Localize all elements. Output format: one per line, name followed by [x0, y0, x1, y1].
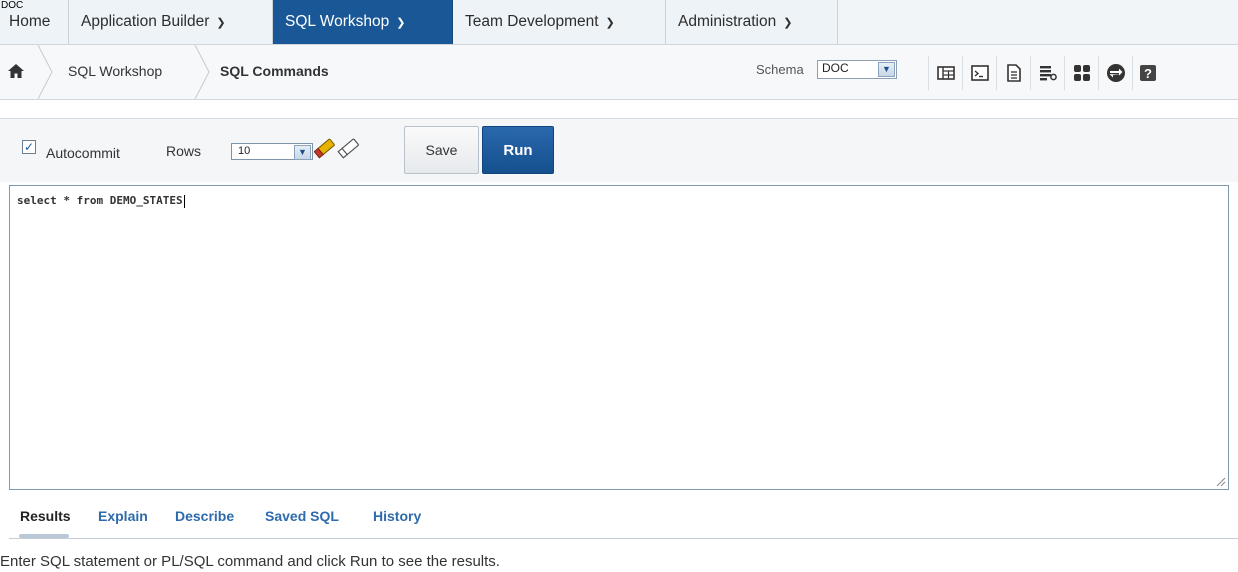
save-button-label: Save: [425, 142, 458, 158]
results-tab-strip: Results Explain Describe Saved SQL Histo…: [9, 492, 1238, 539]
dropdown-arrow-icon: ▼: [878, 62, 895, 77]
tab-team-development[interactable]: Team Development ❯: [453, 0, 666, 44]
breadcrumb-sql-workshop[interactable]: SQL Workshop: [68, 63, 162, 79]
tab-sql-workshop[interactable]: SQL Workshop ❯: [273, 0, 453, 44]
chevron-down-icon: ❯: [783, 16, 793, 29]
help-icon[interactable]: ?: [1132, 56, 1162, 90]
rows-select-value: 10: [238, 145, 251, 157]
tab-administration-label: Administration: [678, 13, 777, 30]
sql-commands-icon[interactable]: [962, 56, 996, 90]
breadcrumb-sql-commands: SQL Commands: [220, 63, 329, 79]
svg-text:?: ?: [1144, 66, 1152, 81]
results-message: Enter SQL statement or PL/SQL command an…: [0, 553, 500, 570]
schema-label: Schema: [756, 62, 804, 77]
find-tables-icon[interactable]: [314, 133, 364, 159]
utilities-icon[interactable]: [1064, 56, 1098, 90]
tab-administration[interactable]: Administration ❯: [666, 0, 838, 44]
rows-label: Rows: [166, 143, 202, 159]
top-nav-bar: Home Application Builder ❯ SQL Workshop …: [0, 0, 1238, 45]
tab-describe[interactable]: Describe: [175, 508, 234, 524]
home-icon[interactable]: [8, 64, 24, 78]
autocommit-checkbox[interactable]: ✓: [22, 140, 36, 154]
breadcrumb-separator: [194, 45, 210, 99]
run-button[interactable]: Run: [482, 126, 554, 174]
sql-text: select * from DEMO_STATES: [17, 194, 183, 207]
object-browser-icon[interactable]: [928, 56, 962, 90]
schema-select-value: DOC: [822, 61, 849, 75]
sql-editor[interactable]: select * from DEMO_STATES: [9, 185, 1229, 490]
tab-sql-workshop-label: SQL Workshop: [285, 13, 390, 30]
restful-services-icon[interactable]: [1098, 56, 1132, 90]
tab-home-label: Home: [9, 13, 51, 30]
tab-history[interactable]: History: [373, 508, 421, 524]
rows-select[interactable]: 10 ▼: [231, 143, 313, 160]
text-caret: [183, 194, 185, 208]
tab-divider: [9, 538, 1238, 539]
query-builder-icon[interactable]: [1030, 56, 1064, 90]
chevron-down-icon: ❯: [216, 16, 226, 29]
tab-explain[interactable]: Explain: [98, 508, 148, 524]
schema-tag: DOC: [1, 0, 24, 11]
schema-select[interactable]: DOC ▼: [817, 60, 897, 79]
run-button-label: Run: [503, 141, 533, 159]
tab-application-builder-label: Application Builder: [81, 13, 210, 30]
tab-saved-sql[interactable]: Saved SQL: [265, 508, 339, 524]
tab-team-development-label: Team Development: [465, 13, 599, 30]
resize-handle-icon[interactable]: [1216, 477, 1226, 487]
autocommit-label: Autocommit: [46, 145, 120, 161]
breadcrumb-separator: [37, 45, 53, 99]
chevron-down-icon: ❯: [396, 16, 406, 29]
save-button[interactable]: Save: [404, 126, 479, 174]
tab-results[interactable]: Results: [20, 508, 71, 524]
tab-application-builder[interactable]: Application Builder ❯: [69, 0, 273, 44]
sql-editor-content[interactable]: select * from DEMO_STATES: [17, 194, 185, 208]
sql-scripts-icon[interactable]: [996, 56, 1030, 90]
chevron-down-icon: ❯: [605, 16, 615, 29]
dropdown-arrow-icon: ▼: [294, 145, 311, 160]
